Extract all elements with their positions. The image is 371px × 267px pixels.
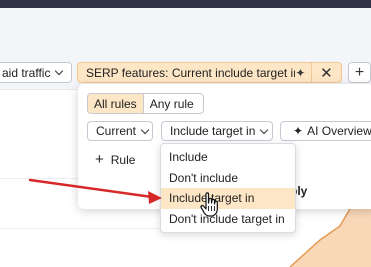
current-dropdown[interactable]: Current [87,121,153,141]
all-rules-button[interactable]: All rules [88,94,143,113]
hand-cursor-icon [200,192,218,217]
include-condition-menu: Include Don't include Include target in … [160,143,296,233]
menu-item-include[interactable]: Include [161,147,295,168]
add-rule-label: Rule [110,152,136,167]
plus-icon: + [95,151,104,168]
menu-item-include-target-in[interactable]: Include target in [161,188,295,209]
include-condition-dropdown[interactable]: Include target in [161,121,273,141]
chevron-down-icon [140,125,150,134]
add-rule-button[interactable]: + Rule [95,151,135,168]
chevron-down-icon [260,125,269,134]
any-rule-button[interactable]: Any rule [142,94,200,113]
menu-item-dont-include[interactable]: Don't include [161,168,295,189]
ai-overview-dropdown[interactable]: ✦ AI Overview [280,121,371,141]
rule-match-toggle: All rules Any rule [87,93,204,114]
current-dropdown-label: Current [96,124,137,138]
sparkle-icon: ✦ [293,124,304,138]
menu-item-dont-include-target-in[interactable]: Don't include target in [161,209,295,230]
include-dropdown-label: Include target in [170,124,256,138]
ai-overview-label: AI Overview [307,124,371,138]
